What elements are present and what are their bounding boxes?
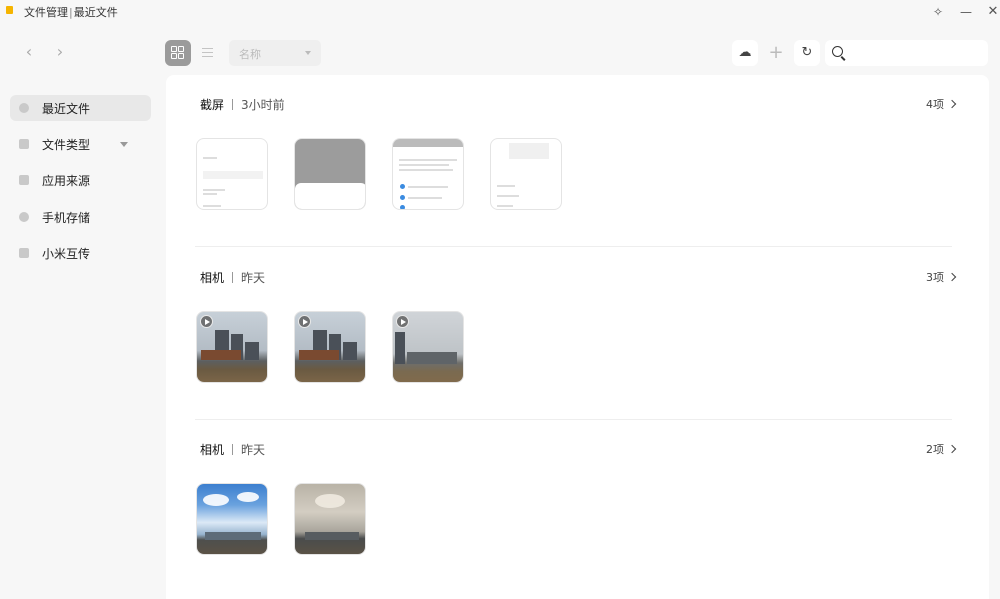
grid-view-button[interactable]	[165, 40, 191, 66]
sidebar-item-phone-storage[interactable]: 手机存储	[10, 204, 151, 230]
pin-icon[interactable]: ✧	[928, 2, 948, 22]
minimize-button[interactable]: —	[956, 2, 976, 22]
screenshot-thumbnail[interactable]	[392, 138, 464, 210]
screenshot-thumbnail[interactable]	[294, 138, 366, 210]
play-icon	[298, 315, 311, 328]
clock-icon	[19, 103, 29, 113]
window-title: 文件管理|最近文件	[24, 6, 118, 19]
add-button[interactable]: +	[763, 40, 789, 66]
search-icon	[832, 46, 843, 57]
sidebar-item-file-types[interactable]: 文件类型	[10, 131, 151, 157]
screenshot-thumbnail[interactable]	[196, 138, 268, 210]
chevron-right-icon	[947, 272, 957, 282]
group-count-link[interactable]: 3项	[926, 269, 957, 285]
cloud-button[interactable]: ☁	[732, 40, 758, 66]
group-divider	[195, 419, 952, 420]
group-title: 相机 昨天	[200, 443, 266, 457]
chevron-right-icon	[947, 444, 957, 454]
chevron-right-icon	[947, 99, 957, 109]
recent-files-panel: 截屏 3小时前 4项 相机 昨天 3项 相机 昨天 2项	[166, 75, 989, 599]
grid-icon	[171, 46, 177, 52]
chevron-down-icon[interactable]	[120, 142, 128, 147]
group-count-link[interactable]: 2项	[926, 441, 957, 457]
close-button[interactable]: ✕	[983, 2, 1000, 22]
photo-thumbnail[interactable]	[196, 483, 268, 555]
sidebar-item-label: 最近文件	[42, 102, 91, 116]
sidebar-item-recent[interactable]: 最近文件	[10, 95, 151, 121]
list-view-button[interactable]	[199, 44, 217, 62]
sidebar-item-mi-share[interactable]: 小米互传	[10, 240, 151, 266]
play-icon	[200, 315, 213, 328]
cloud-icon: ☁	[738, 45, 752, 60]
plus-icon: +	[768, 42, 784, 63]
video-thumbnail[interactable]	[392, 311, 464, 383]
search-box[interactable]	[825, 40, 988, 66]
sort-dropdown[interactable]: 名称	[229, 40, 321, 66]
chevron-down-icon	[305, 51, 311, 55]
file-type-icon	[19, 139, 29, 149]
sort-label: 名称	[239, 48, 261, 61]
sidebar-item-label: 手机存储	[42, 211, 91, 225]
refresh-button[interactable]: ↻	[794, 40, 820, 66]
search-input[interactable]	[853, 43, 985, 65]
back-button[interactable]: ‹	[17, 40, 41, 64]
play-icon	[396, 315, 409, 328]
storage-pie-icon	[19, 212, 29, 222]
transfer-folder-icon	[19, 248, 29, 258]
sidebar-item-label: 小米互传	[42, 247, 91, 261]
video-thumbnail[interactable]	[294, 311, 366, 383]
sidebar-item-app-sources[interactable]: 应用来源	[10, 167, 151, 193]
sidebar-item-label: 应用来源	[42, 174, 91, 188]
title-bar: 文件管理|最近文件 ✧ — ✕	[0, 0, 1000, 24]
sidebar-item-label: 文件类型	[42, 138, 91, 152]
refresh-icon: ↻	[801, 45, 813, 60]
file-manager-app-icon	[6, 6, 13, 14]
video-thumbnail[interactable]	[196, 311, 268, 383]
group-divider	[195, 246, 952, 247]
photo-thumbnail[interactable]	[294, 483, 366, 555]
group-title: 截屏 3小时前	[200, 98, 285, 112]
forward-button[interactable]: ›	[48, 40, 72, 64]
group-count-link[interactable]: 4项	[926, 96, 957, 112]
list-icon	[202, 48, 213, 50]
apps-icon	[19, 175, 29, 185]
group-title: 相机 昨天	[200, 271, 266, 285]
screenshot-thumbnail[interactable]	[490, 138, 562, 210]
